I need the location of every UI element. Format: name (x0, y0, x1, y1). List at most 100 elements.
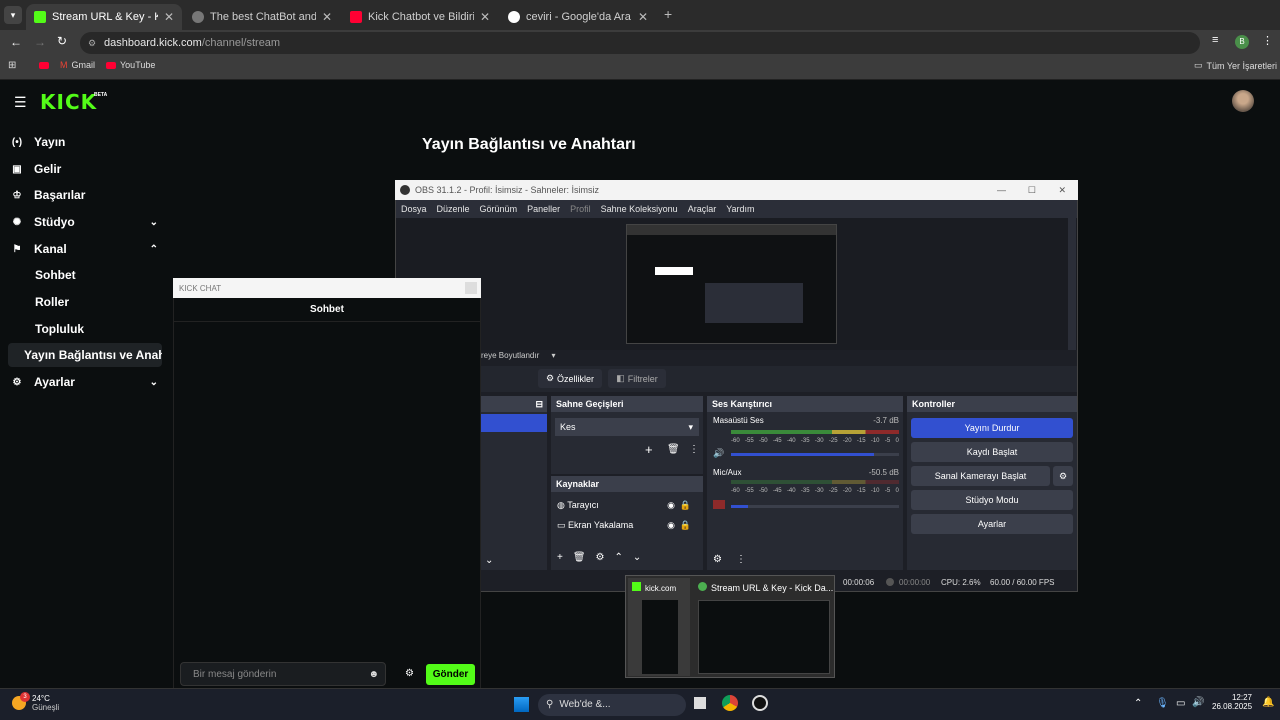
speaker-icon[interactable]: 🔊 (1192, 697, 1204, 708)
close-tab-icon[interactable]: ✕ (480, 10, 490, 24)
lock-icon[interactable]: 🔒 (680, 520, 691, 531)
add-icon[interactable]: + (557, 552, 563, 563)
url-field[interactable]: ⚙ dashboard.kick.com/channel/stream (80, 32, 1200, 54)
eye-icon[interactable]: ◉ (667, 520, 675, 531)
start-recording-button[interactable]: Kaydı Başlat (911, 442, 1073, 462)
obs-taskbar-icon[interactable] (752, 695, 768, 711)
muted-icon[interactable] (713, 500, 725, 509)
user-avatar[interactable] (1232, 90, 1254, 112)
add-icon[interactable]: + (645, 442, 653, 457)
close-tab-icon[interactable]: ✕ (638, 10, 648, 24)
close-icon[interactable] (465, 282, 477, 294)
tab-google-search[interactable]: ceviri - Google'da Ara ✕ (500, 4, 656, 30)
chat-settings-icon[interactable]: ⚙ (405, 668, 414, 679)
lock-icon[interactable]: 🔒 (680, 500, 691, 511)
sidebar-sub-topluluk[interactable]: Topluluk (35, 322, 84, 336)
down-icon[interactable]: ⌄ (633, 552, 641, 563)
settings-button[interactable]: Ayarlar (911, 514, 1073, 534)
eye-icon[interactable]: ◉ (667, 500, 675, 511)
thumb-stream-key[interactable]: Stream URL & Key - Kick Da... (694, 578, 834, 676)
stop-streaming-button[interactable]: Yayını Durdur (911, 418, 1073, 438)
youtube-bookmark-icon[interactable] (39, 62, 49, 69)
all-bookmarks[interactable]: ▭ Tüm Yer İşaretleri (1194, 60, 1277, 71)
source-screen-capture[interactable]: ▭ Ekran Yakalama ◉ 🔒 (557, 520, 697, 531)
profile-avatar[interactable]: B (1235, 35, 1249, 49)
volume-slider[interactable] (731, 453, 899, 456)
filters-button[interactable]: ◧ Filtreler (608, 369, 666, 388)
hamburger-menu-icon[interactable]: ☰ (14, 94, 27, 111)
start-virtual-camera-button[interactable]: Sanal Kamerayı Başlat (911, 466, 1050, 486)
chevron-down-icon[interactable]: ⌄ (485, 555, 493, 566)
menu-yardim[interactable]: Yardım (726, 204, 754, 214)
sidebar-item-studyo[interactable]: ✺ Stüdyo ⌄ (0, 209, 170, 235)
volume-icon[interactable]: 🔊 (713, 448, 724, 459)
more-icon[interactable]: ⋮ (689, 444, 699, 455)
menu-sahne-koleksiyonu[interactable]: Sahne Koleksiyonu (601, 204, 678, 214)
scene-item-selected[interactable] (481, 414, 547, 432)
maximize-icon[interactable]: ☐ (1028, 185, 1036, 196)
apps-grid-icon[interactable]: ⊞ (8, 60, 16, 71)
advanced-audio-icon[interactable]: ⚙ (713, 554, 722, 565)
microphone-icon[interactable]: 🎙 (1156, 698, 1169, 709)
network-icon[interactable]: ▭ (1176, 698, 1185, 709)
virtual-camera-settings-icon[interactable]: ⚙ (1053, 466, 1073, 486)
back-icon[interactable]: ← (10, 35, 22, 49)
resize-label[interactable]: reye Boyutlandır ▾ (481, 351, 556, 360)
sidebar-item-gelir[interactable]: ▣ Gelir (0, 156, 170, 182)
delete-icon[interactable]: 🗑 (667, 444, 680, 455)
studio-mode-button[interactable]: Stüdyo Modu (911, 490, 1073, 510)
clock[interactable]: 12:27 26.08.2025 (1212, 693, 1252, 711)
tab-kick-dashboard[interactable]: Stream URL & Key - Kick Dashb✕ (26, 4, 182, 30)
obs-preview[interactable] (396, 218, 1077, 350)
chat-message-input[interactable]: Bir mesaj gönderin ☻ (180, 662, 386, 686)
menu-dosya[interactable]: Dosya (401, 204, 427, 214)
emoji-icon[interactable]: ☻ (368, 669, 379, 680)
menu-gorunum[interactable]: Görünüm (480, 204, 518, 214)
sidebar-sub-sohbet[interactable]: Sohbet (35, 268, 76, 282)
send-button[interactable]: Gönder (426, 664, 475, 685)
tab-chatbot-widgets[interactable]: The best ChatBot and Widgets✕ (184, 4, 340, 30)
delete-icon[interactable]: 🗑 (573, 552, 586, 563)
sidebar-sub-roller[interactable]: Roller (35, 295, 69, 309)
bookmark-youtube[interactable]: YouTube (106, 60, 155, 70)
taskbar-search[interactable]: ⚲ Web'de &... (538, 694, 686, 716)
media-controls-icon[interactable]: ≡ (1212, 34, 1218, 46)
more-icon[interactable]: ⋮ (736, 554, 746, 565)
gear-icon[interactable]: ⚙ (596, 552, 605, 563)
kick-logo[interactable]: KICK (40, 90, 97, 114)
sidebar-sub-stream-key[interactable]: Yayın Bağlantısı ve Anahtarı (8, 343, 162, 367)
properties-button[interactable]: ⚙ Özellikler (538, 369, 602, 388)
notifications-icon[interactable]: 🔔 (1262, 697, 1274, 708)
thumb-kick-chat[interactable]: kick.com (628, 578, 690, 676)
sidebar-item-ayarlar[interactable]: ⚙ Ayarlar ⌄ (0, 369, 170, 395)
chevron-up-icon[interactable]: ⌃ (1134, 698, 1142, 709)
sidebar-item-yayin[interactable]: (•) Yayın (0, 129, 170, 155)
bookmark-gmail[interactable]: M Gmail (60, 60, 95, 70)
source-browser[interactable]: ◍ Tarayıcı ◉ 🔒 (557, 500, 697, 511)
minimize-icon[interactable]: — (997, 185, 1006, 195)
close-icon[interactable]: ✕ (1058, 185, 1066, 196)
sidebar-item-basarilar[interactable]: ♔ Başarılar (0, 182, 170, 208)
up-icon[interactable]: ⌃ (615, 552, 623, 563)
volume-slider[interactable] (731, 505, 899, 508)
sidebar-item-kanal[interactable]: ⚑ Kanal ⌃ (0, 236, 170, 262)
task-view-icon[interactable] (694, 697, 706, 709)
chrome-taskbar-icon[interactable] (722, 695, 738, 711)
weather-widget[interactable]: 3 24°C Güneşli (12, 692, 59, 712)
tab-list-button[interactable]: ▾ (4, 6, 22, 24)
browser-menu-icon[interactable]: ⋮ (1262, 34, 1273, 47)
windows-start-icon[interactable] (514, 697, 529, 712)
tab-youtube-kick-chatbot[interactable]: Kick Chatbot ve Bildirimler Nas✕ (342, 4, 498, 30)
reload-icon[interactable]: ↻ (57, 34, 67, 48)
menu-araclar[interactable]: Araçlar (688, 204, 717, 214)
menu-duzenle[interactable]: Düzenle (437, 204, 470, 214)
close-tab-icon[interactable]: ✕ (322, 10, 332, 24)
site-info-icon[interactable]: ⚙ (88, 38, 96, 49)
forward-icon[interactable]: → (34, 35, 46, 49)
close-tab-icon[interactable]: ✕ (164, 10, 174, 24)
menu-paneller[interactable]: Paneller (527, 204, 560, 214)
new-tab-button[interactable]: + (664, 6, 672, 22)
transition-select[interactable]: Kes ▾ (555, 418, 699, 436)
menu-profil[interactable]: Profil (570, 204, 591, 214)
obs-preview-scrollbar[interactable] (1068, 218, 1076, 350)
